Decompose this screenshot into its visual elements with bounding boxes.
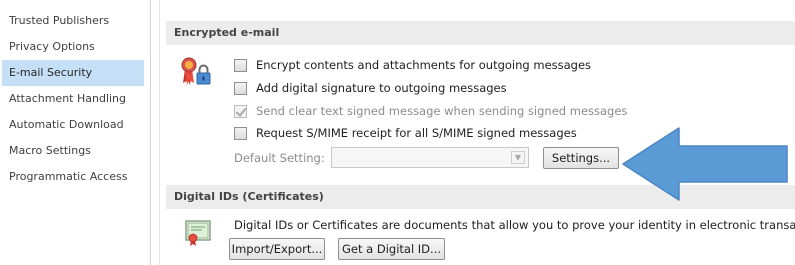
digital-ids-description: Digital IDs or Certificates are document…: [234, 218, 795, 232]
default-setting-label: Default Setting:: [234, 151, 325, 165]
request-receipt-checkbox[interactable]: [234, 126, 247, 140]
nav-item-programmatic-access[interactable]: Programmatic Access: [2, 164, 144, 190]
option-encrypt-contents[interactable]: Encrypt contents and attachments for out…: [234, 56, 591, 74]
nav-item-macro-settings[interactable]: Macro Settings: [2, 138, 144, 164]
nav-item-email-security[interactable]: E-mail Security: [2, 60, 144, 86]
option-add-signature[interactable]: Add digital signature to outgoing messag…: [234, 79, 507, 97]
option-request-receipt[interactable]: Request S/MIME receipt for all S/MIME si…: [234, 124, 577, 142]
email-security-panel: Encrypted e-mail Encrypt contents and at…: [161, 0, 795, 265]
default-setting-select: ▼: [331, 147, 529, 168]
chevron-down-icon: ▼: [511, 151, 525, 164]
nav-item-privacy-options[interactable]: Privacy Options: [2, 34, 144, 60]
option-send-clear-text: Send clear text signed message when send…: [234, 102, 627, 120]
callout-arrow-left-icon: [622, 127, 788, 201]
send-clear-text-label: Send clear text signed message when send…: [256, 104, 628, 118]
certificate-icon: [185, 220, 211, 246]
trust-center-email-security: Trusted Publishers Privacy Options E-mai…: [0, 0, 795, 265]
encrypt-contents-label: Encrypt contents and attachments for out…: [256, 58, 592, 72]
import-export-button[interactable]: Import/Export...: [229, 238, 325, 260]
add-signature-label: Add digital signature to outgoing messag…: [256, 81, 507, 95]
ribbon-lock-icon: [181, 57, 211, 85]
nav-item-attachment-handling[interactable]: Attachment Handling: [2, 86, 144, 112]
add-signature-checkbox[interactable]: [234, 81, 247, 95]
encrypted-email-header: Encrypted e-mail: [166, 21, 795, 45]
nav-item-automatic-download[interactable]: Automatic Download: [2, 112, 144, 138]
get-digital-id-button[interactable]: Get a Digital ID...: [338, 238, 445, 260]
nav-divider: [151, 0, 160, 265]
request-receipt-label: Request S/MIME receipt for all S/MIME si…: [256, 126, 577, 140]
send-clear-text-checkbox: [234, 104, 247, 118]
encrypt-contents-checkbox[interactable]: [234, 58, 247, 72]
trust-center-nav: Trusted Publishers Privacy Options E-mai…: [0, 0, 151, 265]
nav-item-trusted-publishers[interactable]: Trusted Publishers: [2, 8, 144, 34]
settings-button[interactable]: Settings...: [543, 147, 619, 169]
